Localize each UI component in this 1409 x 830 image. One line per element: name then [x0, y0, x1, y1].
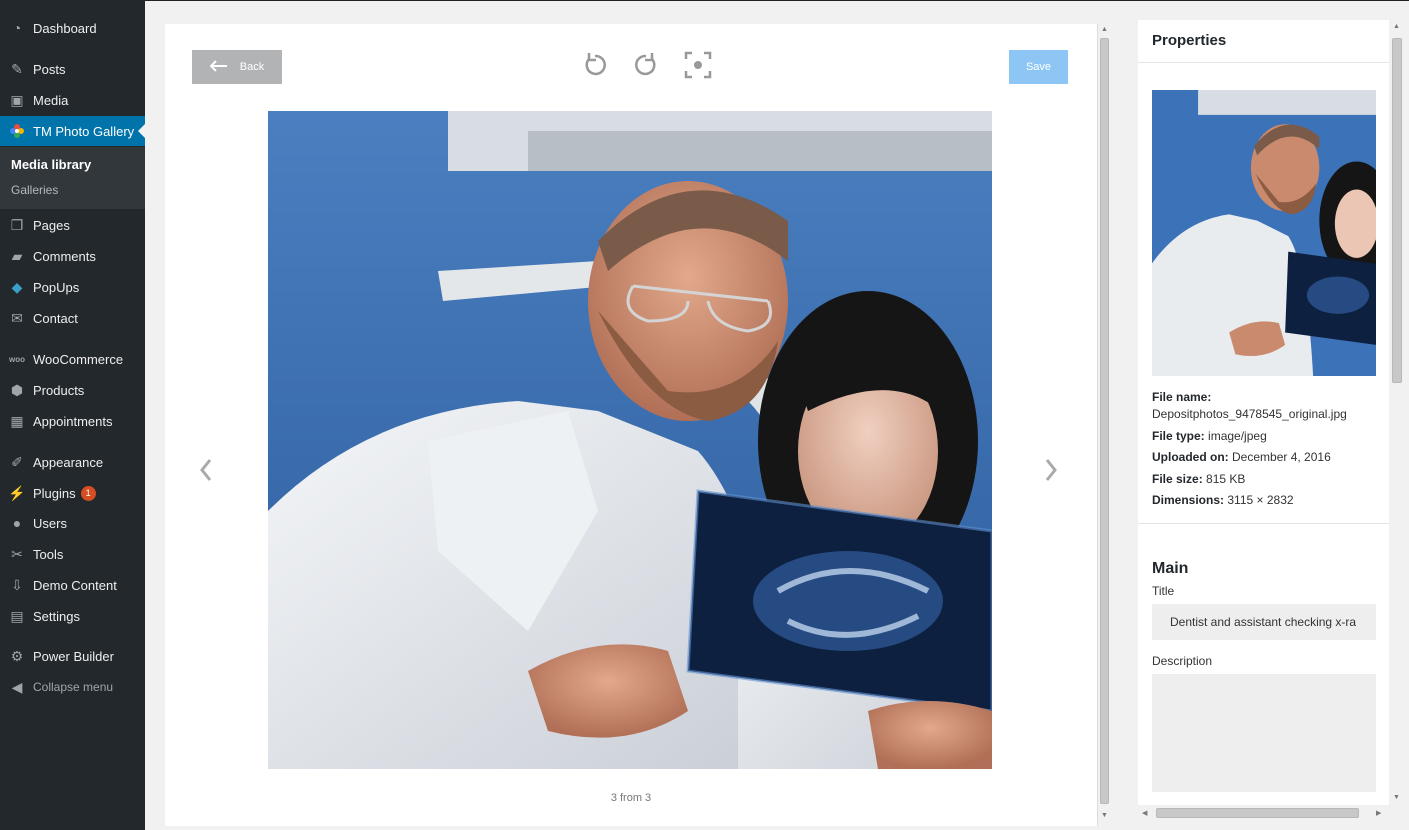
wrench-icon: ✂: [11, 545, 23, 562]
top-border: [0, 0, 1409, 1]
description-textarea[interactable]: [1152, 674, 1376, 792]
plug-icon: ⚡: [8, 484, 26, 501]
properties-panel: Properties File name: Depositphotos_9478…: [1138, 20, 1389, 810]
editor-scrollbar-thumb[interactable]: [1100, 38, 1109, 804]
properties-heading: Properties: [1152, 32, 1227, 49]
sidebar-item-media[interactable]: ▣ Media: [0, 85, 145, 115]
chevron-right-icon: [1045, 459, 1057, 481]
panel-horizontal-thumb[interactable]: [1156, 808, 1359, 818]
sidebar-item-users[interactable]: ● Users: [0, 508, 145, 538]
main-section-heading: Main: [1152, 560, 1189, 577]
main-photo: [268, 111, 992, 769]
scroll-right-arrow-icon[interactable]: ▶: [1376, 809, 1381, 817]
plugins-update-badge: 1: [80, 485, 96, 501]
sidebar-item-popups[interactable]: ◆ PopUps: [0, 272, 145, 302]
sidebar-item-posts[interactable]: ✎ Posts: [0, 54, 145, 84]
divider: [1138, 62, 1389, 63]
image-thumbnail: [1152, 90, 1376, 376]
file-type: File type: image/jpeg: [1152, 429, 1267, 443]
sidebar-item-demo-content[interactable]: ⇩ Demo Content: [0, 570, 145, 600]
title-input[interactable]: Dentist and assistant checking x-ra: [1152, 604, 1376, 640]
editor-scrollbar[interactable]: ▲ ▼: [1097, 24, 1110, 826]
user-icon: ●: [12, 515, 22, 531]
sidebar-item-comments[interactable]: ▰ Comments: [0, 241, 145, 271]
sidebar-item-products[interactable]: ⬢ Products: [0, 375, 145, 405]
scroll-up-arrow-icon[interactable]: ▲: [1101, 26, 1108, 33]
sidebar-item-woocommerce[interactable]: woo WooCommerce: [0, 344, 145, 374]
chevron-left-icon: [200, 459, 212, 481]
download-icon: ⇩: [11, 576, 23, 593]
uploaded-on: Uploaded on: December 4, 2016: [1152, 450, 1331, 464]
scroll-left-arrow-icon[interactable]: ◀: [1142, 809, 1147, 817]
sidebar-item-settings[interactable]: ▤ Settings: [0, 601, 145, 631]
next-image-button[interactable]: [1041, 456, 1061, 484]
back-button[interactable]: Back: [192, 50, 282, 84]
submenu-media-library[interactable]: Media library: [11, 157, 91, 172]
rotate-left-icon[interactable]: [580, 50, 610, 80]
gear-icon: ⚙: [10, 647, 24, 664]
submenu: Media library Galleries: [0, 147, 145, 209]
sidebar-item-appointments[interactable]: ▦ Appointments: [0, 406, 145, 436]
popups-icon: ◆: [11, 278, 23, 295]
sidebar-item-pages[interactable]: ❐ Pages: [0, 210, 145, 240]
submenu-galleries[interactable]: Galleries: [11, 183, 58, 197]
panel-vertical-thumb[interactable]: [1392, 38, 1402, 383]
scroll-down-arrow-icon[interactable]: ▼: [1393, 794, 1400, 801]
comment-icon: ▰: [11, 247, 23, 264]
woo-icon: woo: [9, 354, 25, 364]
sidebar-item-tools[interactable]: ✂ Tools: [0, 539, 145, 569]
image-counter: 3 from 3: [610, 792, 652, 804]
sidebar-item-power-builder[interactable]: ⚙ Power Builder: [0, 641, 145, 671]
panel-horizontal-scrollbar[interactable]: ◀ ▶: [1138, 805, 1389, 821]
box-icon: ⬢: [10, 381, 24, 398]
pages-icon: ❐: [10, 216, 24, 233]
settings-icon: ▤: [10, 607, 24, 624]
calendar-icon: ▦: [10, 412, 24, 429]
sidebar-item-plugins[interactable]: ⚡ Plugins 1: [0, 478, 145, 508]
sidebar-item-appearance[interactable]: ✐ Appearance: [0, 447, 145, 477]
sidebar-item-tm-photo-gallery[interactable]: TM Photo Gallery: [0, 116, 145, 146]
media-icon: ▣: [10, 91, 24, 108]
image-editor: Back Save 3 from 3: [165, 24, 1097, 826]
mail-icon: ✉: [11, 309, 23, 326]
arrow-left-icon: [209, 59, 228, 75]
divider: [1138, 523, 1389, 524]
file-name-label: File name:: [1152, 390, 1212, 404]
brush-icon: ✐: [11, 453, 23, 470]
previous-image-button[interactable]: [196, 456, 216, 484]
save-button[interactable]: Save: [1009, 50, 1068, 84]
panel-vertical-scrollbar[interactable]: ▲ ▼: [1389, 20, 1405, 810]
focus-crop-icon[interactable]: [683, 50, 713, 80]
pin-icon: ✎: [11, 60, 23, 77]
file-size: File size: 815 KB: [1152, 472, 1246, 486]
admin-sidebar: ◔ Dashboard ✎ Posts ▣ Media TM Photo Galler…: [0, 0, 145, 830]
sidebar-item-dashboard[interactable]: ◔ Dashboard: [0, 13, 145, 43]
description-label: Description: [1152, 654, 1213, 668]
file-name-value: Depositphotos_9478545_original.jpg: [1152, 407, 1347, 421]
flower-icon: [8, 122, 26, 140]
dashboard-icon: ◔: [12, 20, 22, 36]
collapse-arrow-icon: ◀: [11, 678, 23, 695]
scroll-down-arrow-icon[interactable]: ▼: [1101, 812, 1108, 819]
collapse-menu-button[interactable]: ◀ Collapse menu: [0, 672, 145, 702]
rotate-right-icon[interactable]: [631, 50, 661, 80]
sidebar-item-contact[interactable]: ✉ Contact: [0, 303, 145, 333]
title-label: Title: [1152, 584, 1175, 598]
scroll-up-arrow-icon[interactable]: ▲: [1393, 23, 1400, 30]
dimensions: Dimensions: 3115 × 2832: [1152, 493, 1294, 507]
